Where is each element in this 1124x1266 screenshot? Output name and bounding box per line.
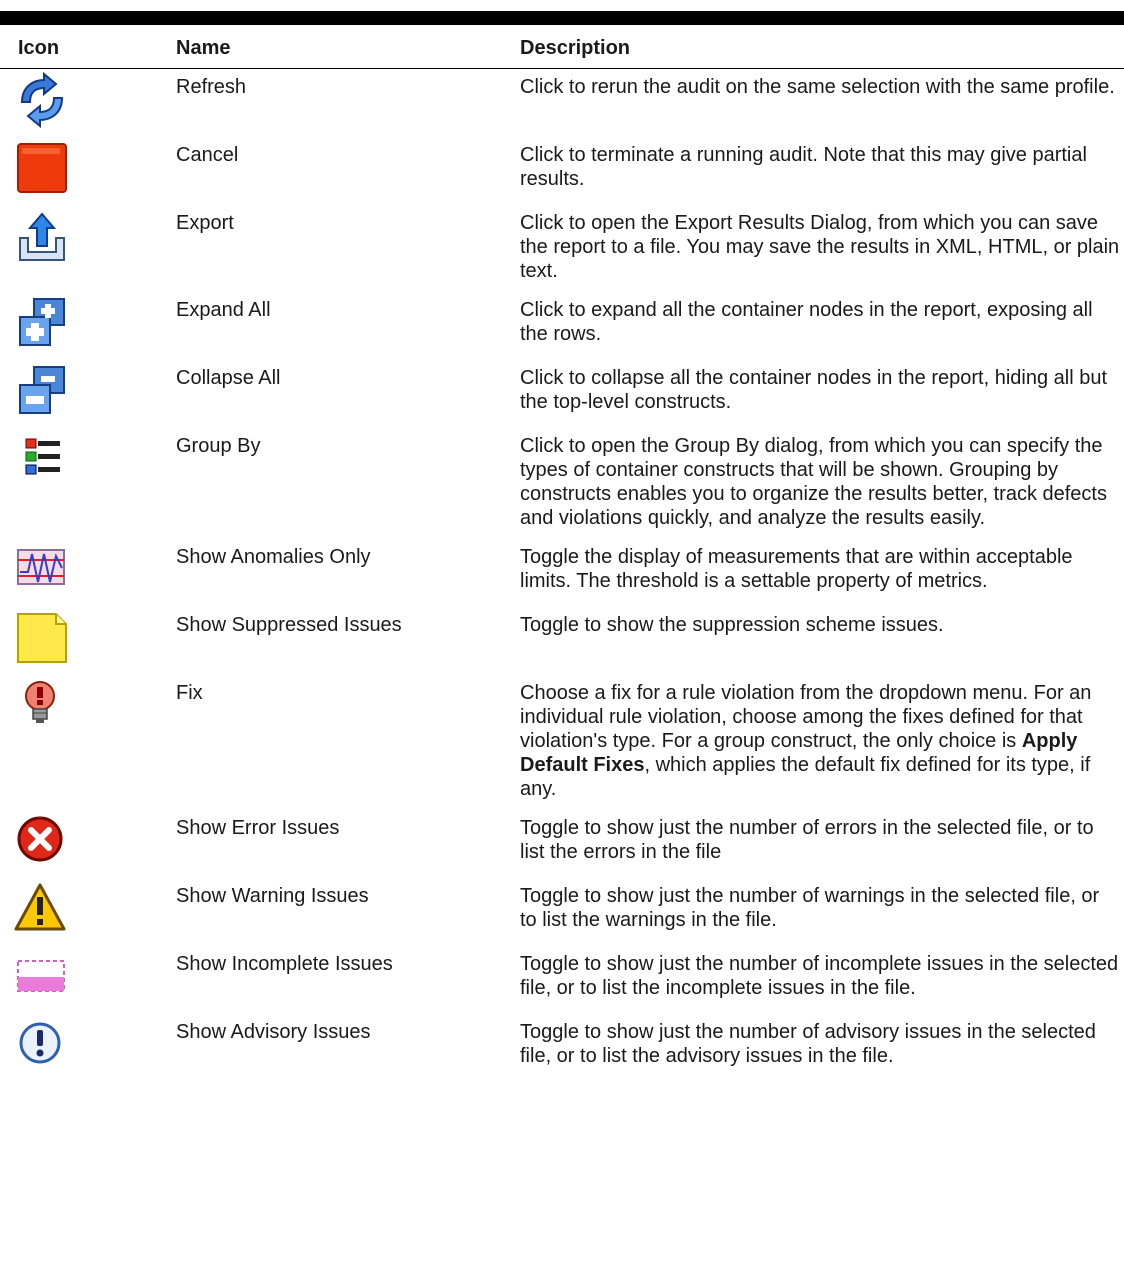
row-description: Toggle to show just the number of errors… [520, 817, 1094, 863]
incomplete-icon [17, 960, 65, 992]
table-row: Show Warning Issues Toggle to show just … [0, 878, 1124, 946]
header-description: Description [510, 25, 1124, 69]
table-row: Group By Click to open the Group By dial… [0, 428, 1124, 539]
table-row: Export Click to open the Export Results … [0, 205, 1124, 292]
table-row: Show Advisory Issues Toggle to show just… [0, 1014, 1124, 1082]
row-description: Click to open the Group By dialog, from … [520, 435, 1107, 529]
table-row: Show Error Issues Toggle to show just th… [0, 810, 1124, 878]
group-by-icon [25, 438, 60, 475]
row-name: Show Warning Issues [176, 885, 369, 907]
collapse-all-icon [19, 366, 65, 414]
anomalies-icon [17, 549, 65, 585]
row-description: Click to collapse all the container node… [520, 367, 1108, 413]
suppressed-note-icon [17, 613, 67, 663]
row-name: Export [176, 212, 234, 234]
icon-table: Icon Name Description Refresh Click to r… [0, 25, 1124, 1082]
row-description: Choose a fix for a rule violation from t… [510, 675, 1124, 810]
row-description: Toggle to show just the number of incomp… [520, 953, 1119, 999]
table-row: Fix Choose a fix for a rule violation fr… [0, 675, 1124, 810]
row-name: Show Anomalies Only [176, 546, 371, 568]
refresh-icon [20, 72, 64, 128]
table-row: Refresh Click to rerun the audit on the … [0, 69, 1124, 138]
row-description: Toggle to show just the number of warnin… [520, 885, 1100, 931]
warning-icon [14, 883, 66, 931]
cancel-icon [17, 143, 67, 193]
table-row: Show Suppressed Issues Toggle to show th… [0, 607, 1124, 675]
row-name: Show Advisory Issues [176, 1021, 371, 1043]
row-name: Show Suppressed Issues [176, 614, 402, 636]
row-name: Show Incomplete Issues [176, 953, 393, 975]
row-name: Fix [176, 682, 203, 704]
expand-all-icon [19, 298, 65, 346]
error-icon [17, 816, 63, 862]
header-name: Name [164, 25, 510, 69]
table-row: Collapse All Click to collapse all the c… [0, 360, 1124, 428]
row-name: Expand All [176, 299, 271, 321]
header-icon: Icon [0, 25, 164, 69]
fix-bulb-icon [25, 681, 55, 723]
row-description: Toggle to show just the number of adviso… [520, 1021, 1096, 1067]
table-row: Cancel Click to terminate a running audi… [0, 137, 1124, 205]
row-name: Collapse All [176, 367, 281, 389]
row-description: Toggle to show the suppression scheme is… [520, 614, 944, 636]
row-name: Show Error Issues [176, 817, 340, 839]
row-description: Click to open the Export Results Dialog,… [520, 212, 1120, 282]
row-description: Click to rerun the audit on the same sel… [520, 76, 1115, 98]
table-header-row: Icon Name Description [0, 25, 1124, 69]
table-row: Expand All Click to expand all the conta… [0, 292, 1124, 360]
table-row: Show Anomalies Only Toggle the display o… [0, 539, 1124, 607]
row-name: Group By [176, 435, 261, 457]
description-text: Choose a fix for a rule violation from t… [520, 682, 1092, 752]
row-description: Toggle the display of measurements that … [520, 546, 1073, 592]
row-description: Click to expand all the container nodes … [520, 299, 1093, 345]
table-row: Show Incomplete Issues Toggle to show ju… [0, 946, 1124, 1014]
advisory-icon [19, 1022, 61, 1064]
row-name: Cancel [176, 144, 239, 166]
top-rule [0, 11, 1124, 25]
export-icon [19, 212, 65, 261]
row-description: Click to terminate a running audit. Note… [520, 144, 1087, 190]
row-name: Refresh [176, 76, 247, 98]
